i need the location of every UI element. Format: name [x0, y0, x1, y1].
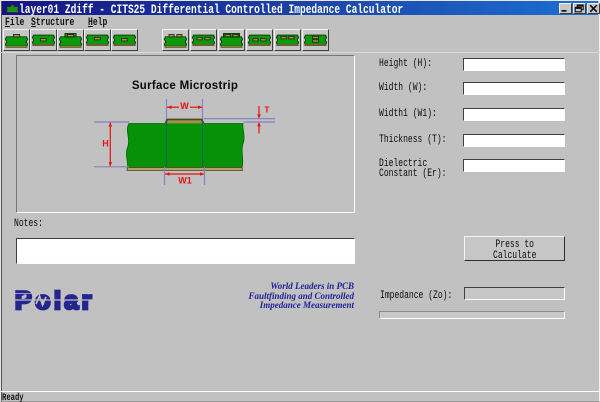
svg-text:Polar: Polar	[15, 288, 95, 314]
svg-text:W1: W1	[178, 176, 192, 186]
svg-text:T: T	[265, 106, 270, 115]
svg-text:H: H	[102, 139, 109, 149]
svg-text:W: W	[180, 101, 189, 111]
